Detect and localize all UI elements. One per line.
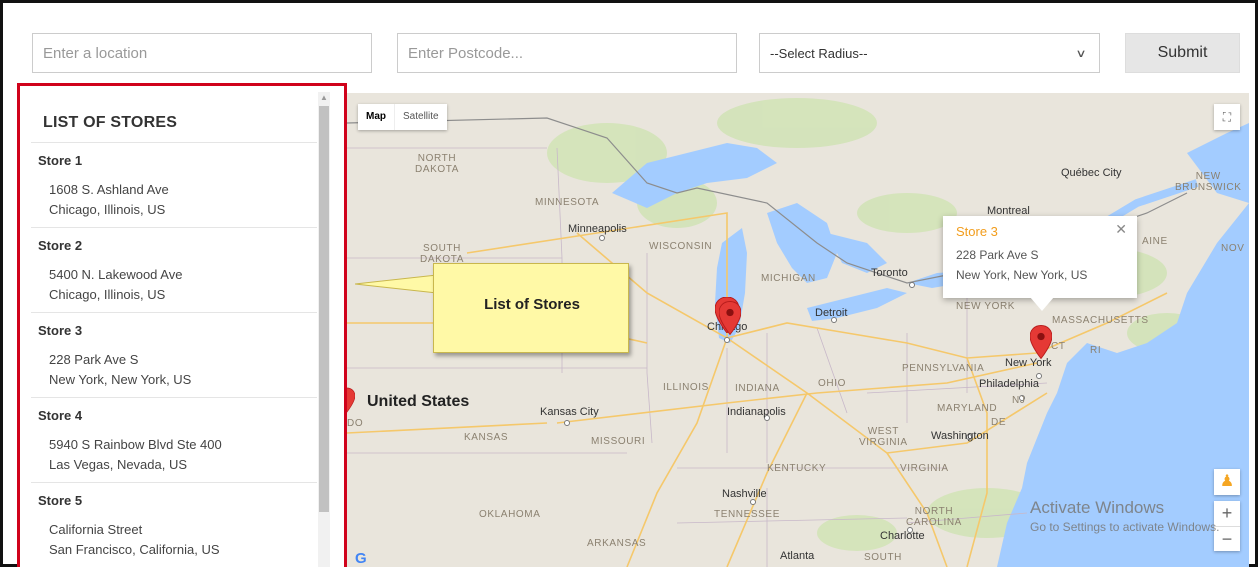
store-info-window: Store 3 228 Park Ave S New York, New Yor… — [943, 216, 1137, 298]
map-label-kansas: KANSAS — [464, 432, 509, 443]
info-window-address: 228 Park Ave S — [956, 248, 1039, 262]
list-of-stores-callout: List of Stores — [433, 263, 629, 353]
map-label-south: SOUTH — [864, 552, 902, 563]
map-label-nj: NJ — [1012, 395, 1026, 406]
map-label-virginia: VIRGINIA — [900, 463, 949, 474]
info-window-tail — [1030, 297, 1054, 311]
store-address: 5400 N. Lakewood Ave — [49, 267, 183, 282]
map-label-massachusetts: MASSACHUSETTS — [1052, 315, 1149, 326]
store-marker-chicago-2[interactable] — [719, 301, 741, 335]
map-label-indianapolis: Indianapolis — [727, 406, 786, 418]
map-label-ohio: OHIO — [818, 378, 846, 389]
store-address: 5940 S Rainbow Blvd Ste 400 — [49, 437, 222, 452]
map-label-de: DE — [991, 417, 1007, 428]
google-logo: G — [355, 550, 367, 567]
store-city: Chicago, Illinois, US — [49, 202, 166, 217]
store-marker-partial-west[interactable] — [347, 387, 355, 413]
store-name: Store 1 — [38, 153, 83, 168]
scrollbar-thumb[interactable] — [319, 106, 329, 512]
store-city: Chicago, Illinois, US — [49, 287, 166, 302]
map-label-indiana: INDIANA — [735, 383, 780, 394]
map-type-map-button[interactable]: Map — [358, 104, 394, 130]
store-marker-new-york[interactable] — [1030, 324, 1052, 360]
store-list-scrollbar[interactable]: ▲ — [318, 92, 330, 567]
map-label-maine: AINE — [1142, 236, 1168, 247]
callout-text: List of Stores — [484, 296, 580, 313]
map-label-arkansas: ARKANSAS — [587, 538, 647, 549]
store-name: Store 5 — [38, 493, 83, 508]
map-label-north-dakota: NORTH DAKOTA — [415, 153, 459, 175]
map-type-control: Map Satellite — [358, 104, 447, 130]
map-label-quebec-city: Québec City — [1061, 167, 1122, 179]
store-city: San Francisco, California, US — [49, 542, 220, 557]
store-list-panel: LIST OF STORES Store 1 1608 S. Ashland A… — [17, 83, 347, 567]
map-label-ri: RI — [1090, 345, 1102, 356]
map-label-kentucky: KENTUCKY — [767, 463, 827, 474]
watermark-line1: Activate Windows — [1030, 498, 1165, 517]
info-window-city: New York, New York, US — [956, 268, 1088, 282]
map-label-atlanta: Atlanta — [780, 550, 815, 562]
store-address: 228 Park Ave S — [49, 352, 139, 367]
map-label-new-york-state: NEW YORK — [956, 301, 1016, 312]
map-label-north-carolina: NORTH CAROLINA — [906, 506, 962, 528]
map-label-kansas-city: Kansas City — [540, 406, 599, 418]
map-label-philadelphia: Philadelphia — [979, 378, 1039, 390]
map-label-washington: Washington — [931, 430, 989, 442]
store-city: Las Vegas, Nevada, US — [49, 457, 188, 472]
map-label-nov: NOV — [1221, 243, 1245, 254]
list-item[interactable]: Store 5 California Street San Francisco,… — [31, 483, 317, 567]
close-icon[interactable]: ✕ — [1115, 221, 1127, 238]
list-item[interactable]: Store 4 5940 S Rainbow Blvd Ste 400 Las … — [31, 398, 317, 483]
map-label-do: DO — [347, 418, 364, 429]
store-name: Store 4 — [38, 408, 83, 423]
store-name: Store 3 — [38, 323, 83, 338]
list-item[interactable]: Store 3 228 Park Ave S New York, New Yor… — [31, 313, 317, 398]
chevron-down-icon: ∨ — [1075, 47, 1087, 60]
list-item[interactable]: Store 2 5400 N. Lakewood Ave Chicago, Il… — [31, 228, 317, 313]
radius-select-value: --Select Radius-- — [770, 45, 868, 61]
location-input[interactable]: Enter a location — [32, 33, 372, 73]
store-name: Store 2 — [38, 238, 83, 253]
list-item[interactable]: Store 1 1608 S. Ashland Ave Chicago, Ill… — [31, 143, 317, 228]
map-label-wisconsin: WISCONSIN — [649, 241, 713, 252]
map-label-maryland: MARYLAND — [937, 403, 998, 414]
map-label-michigan: MICHIGAN — [761, 273, 816, 284]
search-bar: Enter a location Enter Postcode... --Sel… — [0, 0, 1258, 82]
info-window-title: Store 3 — [956, 224, 998, 239]
map-label-united-states: United States — [367, 393, 470, 410]
map-label-tennessee: TENNESSEE — [714, 509, 780, 520]
map-label-pennsylvania: PENNSYLVANIA — [902, 363, 985, 374]
store-list-title: LIST OF STORES — [31, 86, 317, 143]
map-label-toronto: Toronto — [871, 267, 908, 279]
map-label-minneapolis: Minneapolis — [568, 223, 627, 235]
windows-activation-watermark: Activate Windows Go to Settings to activ… — [1030, 498, 1219, 534]
map-label-nashville: Nashville — [722, 488, 767, 500]
postcode-input[interactable]: Enter Postcode... — [397, 33, 737, 73]
map-label-missouri: MISSOURI — [591, 436, 646, 447]
map-label-west-virginia: WEST VIRGINIA — [859, 426, 908, 448]
store-city: New York, New York, US — [49, 372, 192, 387]
map-label-ct: CT — [1051, 341, 1066, 352]
map-label-oklahoma: OKLAHOMA — [479, 509, 541, 520]
map-label-illinois: ILLINOIS — [663, 382, 709, 393]
store-list: LIST OF STORES Store 1 1608 S. Ashland A… — [31, 86, 317, 567]
callout-pointer — [355, 275, 437, 294]
street-view-pegman-icon[interactable]: ♟ — [1214, 469, 1240, 495]
map-label-minnesota: MINNESOTA — [535, 197, 600, 208]
watermark-line2: Go to Settings to activate Windows. — [1030, 520, 1220, 534]
map-type-satellite-button[interactable]: Satellite — [394, 104, 447, 130]
submit-button[interactable]: Submit — [1125, 33, 1240, 73]
fullscreen-icon[interactable]: ⛶ — [1214, 104, 1240, 130]
map-label-charlotte: Charlotte — [880, 530, 925, 542]
radius-select[interactable]: --Select Radius-- ∨ — [759, 33, 1100, 73]
scroll-up-icon[interactable]: ▲ — [318, 92, 330, 104]
store-address: California Street — [49, 522, 143, 537]
map-label-detroit: Detroit — [815, 307, 848, 319]
map-label-new-brunswick: NEW BRUNSWICK — [1175, 171, 1242, 193]
map-label-south-dakota: SOUTH DAKOTA — [420, 243, 464, 265]
store-address: 1608 S. Ashland Ave — [49, 182, 169, 197]
